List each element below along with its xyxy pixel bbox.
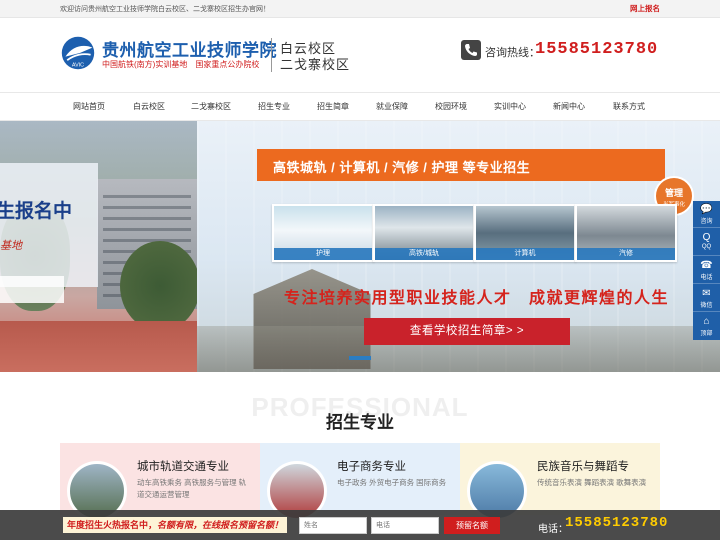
welcome-text: 欢迎访问贵州航空工业技师学院白云校区、二戈寨校区招生办官网！ bbox=[60, 6, 270, 13]
side-qq-button[interactable]: Q QQ bbox=[693, 229, 720, 256]
phone-icon: ☎ bbox=[700, 260, 713, 271]
hero-banner[interactable]: 生报名中 基地 高铁城轨 / 计算机 / 汽修 / 护理 等专业招生 管理 半军… bbox=[0, 121, 720, 372]
home-icon: ⌂ bbox=[703, 316, 710, 327]
program-desc: 传统音乐表演 舞蹈表演 歌舞表演 bbox=[537, 478, 647, 487]
promo-text: 年度招生火热报名中， bbox=[67, 520, 158, 530]
nav-item-brochure[interactable]: 招生简章 bbox=[317, 101, 349, 112]
program-card-music-dance[interactable]: 民族音乐与舞蹈专 传统音乐表演 舞蹈表演 歌舞表演 bbox=[460, 443, 660, 521]
promo-highlight: 名额有限，在线报名预留名额！ bbox=[157, 520, 284, 530]
banner-slogan: 专注培养实用型职业技能人才 成就更辉煌的人生 bbox=[284, 290, 670, 307]
reserve-button[interactable]: 预留名额 bbox=[444, 517, 500, 534]
logo-text: AVIC bbox=[72, 63, 84, 69]
campus-ergezhai: 二戈寨校区 bbox=[280, 57, 351, 72]
hotline-label: 咨询热线： bbox=[485, 47, 540, 59]
banner-left-box bbox=[0, 276, 64, 303]
online-enroll-link[interactable]: 网上报名 bbox=[630, 3, 660, 14]
badge-main-text: 管理 bbox=[664, 188, 683, 198]
header: AVIC 贵州航空工业技师学院 中国航铁(南方)实训基地 国家重点公办院校 白云… bbox=[0, 18, 720, 92]
photo-caption: 护理 bbox=[274, 248, 372, 260]
section-title: 招生专业 bbox=[326, 413, 394, 432]
nav-item-home[interactable]: 网站首页 bbox=[73, 101, 105, 112]
phone-input[interactable] bbox=[371, 517, 439, 534]
qq-icon: Q bbox=[702, 232, 711, 243]
nav-item-programs[interactable]: 招生专业 bbox=[258, 101, 290, 112]
wechat-icon: ✉ bbox=[702, 288, 711, 299]
side-top-button[interactable]: ⌂ 顶部 bbox=[693, 313, 720, 340]
floating-side-toolbar: 💬 咨询 Q QQ ☎ 电话 ✉ 微信 ⌂ 顶部 bbox=[693, 201, 720, 340]
school-logo-icon[interactable]: AVIC bbox=[60, 35, 96, 71]
banner-right-slide: 高铁城轨 / 计算机 / 汽修 / 护理 等专业招生 管理 半军事化 护理 高铁… bbox=[197, 121, 720, 372]
photo-caption: 汽修 bbox=[577, 248, 675, 260]
side-item-label: 电话 bbox=[700, 275, 713, 281]
photo-auto-repair[interactable]: 汽修 bbox=[575, 204, 677, 262]
school-name[interactable]: 贵州航空工业技师学院 bbox=[102, 36, 277, 61]
bottom-signup-bar: 年度招生火热报名中，名额有限，在线报名预留名额！ 预留名额 电话： 155851… bbox=[0, 510, 720, 540]
tree-image bbox=[120, 241, 200, 331]
name-input[interactable] bbox=[299, 517, 367, 534]
program-title[interactable]: 城市轨道交通专业 bbox=[137, 458, 229, 474]
nav-item-baiyun[interactable]: 白云校区 bbox=[133, 101, 165, 112]
banner-left-slide: 生报名中 基地 bbox=[0, 121, 200, 372]
side-item-label: 微信 bbox=[700, 303, 713, 309]
photo-caption: 计算机 bbox=[476, 248, 574, 260]
top-bar: 欢迎访问贵州航空工业技师学院白云校区、二戈寨校区招生办官网！ 网上报名 bbox=[0, 0, 720, 18]
nav-item-ergezhai[interactable]: 二戈寨校区 bbox=[191, 101, 231, 112]
banner-left-subtitle: 基地 bbox=[0, 240, 22, 252]
side-item-label: QQ bbox=[701, 244, 712, 250]
slider-indicator[interactable] bbox=[349, 356, 371, 360]
side-item-label: 咨询 bbox=[700, 219, 713, 225]
nav-item-employment[interactable]: 就业保障 bbox=[376, 101, 408, 112]
photo-caption: 高铁/城轨 bbox=[375, 248, 473, 260]
side-consult-button[interactable]: 💬 咨询 bbox=[693, 201, 720, 228]
view-brochure-button[interactable]: 查看学校招生简章> > bbox=[364, 318, 570, 345]
programs-ribbon: 高铁城轨 / 计算机 / 汽修 / 护理 等专业招生 bbox=[257, 149, 665, 181]
program-desc: 动车高铁乘务 高铁服务与管理 轨道交通运营管理 bbox=[137, 478, 247, 499]
program-desc: 电子政务 外贸电子商务 国际商务 bbox=[337, 478, 447, 487]
programs-ribbon-text: 高铁城轨 / 计算机 / 汽修 / 护理 等专业招生 bbox=[273, 160, 531, 175]
hotline-number[interactable]: 15585123780 bbox=[535, 40, 658, 59]
program-title[interactable]: 电子商务专业 bbox=[337, 458, 406, 474]
program-title[interactable]: 民族音乐与舞蹈专 bbox=[537, 458, 629, 474]
chat-icon: 💬 bbox=[700, 204, 713, 215]
nav-item-contact[interactable]: 联系方式 bbox=[613, 101, 645, 112]
header-divider bbox=[271, 38, 272, 72]
side-wechat-button[interactable]: ✉ 微信 bbox=[693, 285, 720, 312]
program-card-ecommerce[interactable]: 电子商务专业 电子政务 外贸电子商务 国际商务 bbox=[260, 443, 460, 521]
nav-item-training[interactable]: 实训中心 bbox=[494, 101, 526, 112]
nav-item-news[interactable]: 新闻中心 bbox=[553, 101, 585, 112]
program-card-rail[interactable]: 城市轨道交通专业 动车高铁乘务 高铁服务与管理 轨道交通运营管理 bbox=[60, 443, 260, 521]
side-phone-button[interactable]: ☎ 电话 bbox=[693, 257, 720, 284]
main-nav: 网站首页 白云校区 二戈寨校区 招生专业 招生简章 就业保障 校园环境 实训中心… bbox=[0, 92, 720, 121]
side-item-label: 顶部 bbox=[700, 331, 713, 337]
promo-banner: 年度招生火热报名中，名额有限，在线报名预留名额！ bbox=[63, 517, 288, 533]
bottom-phone-label: 电话： bbox=[538, 524, 568, 535]
school-subtitle: 中国航铁(南方)实训基地 国家重点公办院校 bbox=[102, 60, 260, 69]
phone-icon bbox=[461, 40, 481, 60]
sports-field-image bbox=[0, 321, 197, 372]
banner-left-title: 生报名中 bbox=[0, 201, 73, 222]
nav-item-campus[interactable]: 校园环境 bbox=[435, 101, 467, 112]
banner-overlay-panel bbox=[0, 163, 98, 287]
photo-rail[interactable]: 高铁/城轨 bbox=[373, 204, 475, 262]
photo-nursing[interactable]: 护理 bbox=[272, 204, 374, 262]
photo-computer[interactable]: 计算机 bbox=[474, 204, 576, 262]
bottom-phone-number[interactable]: 15585123780 bbox=[565, 515, 668, 531]
